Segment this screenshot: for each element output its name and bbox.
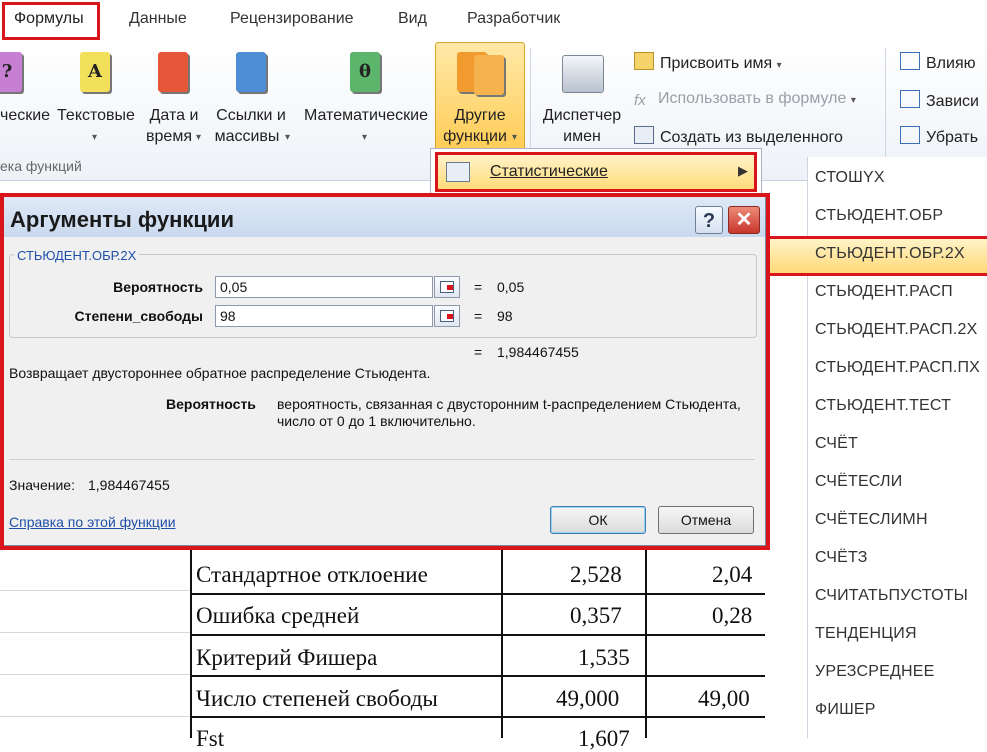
table-row-label[interactable]: Fst (196, 726, 224, 752)
function-list-item[interactable]: СТЬЮДЕНТ.РАСП.2Х (815, 321, 977, 339)
function-library-group-label: ека функций (0, 158, 82, 174)
fx-icon: fx (634, 92, 646, 109)
table-row-label[interactable]: Стандартное отклоение (196, 562, 428, 588)
table-border (645, 548, 647, 738)
function-list-item[interactable]: ТЕНДЕНЦИЯ (815, 625, 917, 643)
ribbon-tab-bar: Формулы Данные Рецензирование Вид Разраб… (0, 0, 987, 41)
function-list-item[interactable]: СТЬЮДЕНТ.РАСП.ПХ (815, 359, 980, 377)
table-border (190, 548, 192, 738)
table-cell-value[interactable]: 2,528 (570, 562, 622, 588)
tab-view[interactable]: Вид (398, 10, 427, 28)
text-functions-dropdown-icon[interactable]: ▾ (92, 132, 97, 143)
other-functions-label1[interactable]: Другие (435, 105, 525, 126)
other-functions-icon-back (474, 55, 504, 95)
function-list-item[interactable]: ФИШЕР (815, 701, 876, 719)
grid-line (0, 716, 190, 717)
trace-precedents-icon (900, 52, 920, 70)
statistical-chart-icon (446, 162, 470, 182)
lookup-functions-label1[interactable]: Ссылки и (211, 105, 291, 126)
datetime-dropdown-icon[interactable]: ▾ (196, 132, 201, 143)
dialog-highlight-frame (0, 193, 770, 550)
trace-dependents-icon (900, 90, 920, 108)
table-cell-value[interactable]: 2,04 (712, 562, 752, 588)
submenu-arrow-icon: ▶ (738, 163, 748, 178)
datetime-functions-label1[interactable]: Дата и (142, 105, 206, 126)
function-list-item[interactable]: СЧЁТЗ (815, 549, 868, 567)
trace-dependents-button[interactable]: Зависи (900, 90, 979, 111)
function-list-item[interactable]: СЧЁТЕСЛИ (815, 473, 902, 491)
tab-formulas[interactable]: Формулы (14, 10, 84, 28)
function-list-item[interactable]: СЧЁТЕСЛИМН (815, 511, 928, 529)
function-list-item[interactable]: СТЬЮДЕНТ.ОБР (815, 207, 943, 225)
trace-dependents-label: Зависи (926, 93, 979, 110)
function-list-item[interactable]: СТЬЮДЕНТ.РАСП (815, 283, 953, 301)
table-row-label[interactable]: Ошибка средней (196, 603, 359, 629)
name-manager-label2[interactable]: имен (538, 126, 626, 147)
table-row-label[interactable]: Критерий Фишера (196, 645, 377, 671)
lookup-functions-label2[interactable]: массивы (211, 126, 283, 147)
table-border (190, 675, 765, 677)
remove-arrows-icon (900, 126, 920, 144)
function-list-item-selected[interactable]: СТЬЮДЕНТ.ОБР.2Х (815, 245, 965, 263)
grid-line (0, 674, 190, 675)
tab-review[interactable]: Рецензирование (230, 10, 354, 28)
text-functions-icon: A (80, 52, 110, 92)
logical-functions-icon: ? (0, 52, 22, 92)
math-functions-button[interactable]: Математические (300, 105, 432, 126)
use-in-formula-button[interactable]: fx Использовать в формуле ▾ (634, 90, 856, 109)
name-manager-icon (562, 55, 604, 93)
datetime-functions-label2[interactable]: время (142, 126, 196, 147)
ribbon-separator (885, 48, 886, 168)
tab-developer[interactable]: Разработчик (467, 10, 560, 28)
lookup-functions-icon (236, 52, 266, 92)
create-from-selection-label: Создать из выделенного (660, 129, 843, 146)
table-cell-value[interactable]: 1,607 (578, 726, 630, 752)
function-list-item[interactable]: СЧЁТ (815, 435, 858, 453)
lookup-dropdown-icon[interactable]: ▾ (285, 132, 290, 143)
table-border (190, 716, 765, 718)
table-border (501, 548, 503, 738)
name-manager-label1[interactable]: Диспетчер (538, 105, 626, 126)
grid-line (0, 590, 190, 591)
tab-data[interactable]: Данные (129, 10, 187, 28)
table-cell-value[interactable]: 0,357 (570, 603, 622, 629)
remove-arrows-button[interactable]: Убрать (900, 126, 978, 147)
math-dropdown-icon[interactable]: ▾ (362, 132, 367, 143)
datetime-functions-icon (158, 52, 188, 92)
create-from-selection-button[interactable]: Создать из выделенного (634, 126, 843, 147)
table-border (190, 593, 765, 595)
text-functions-button[interactable]: Текстовые (54, 105, 138, 126)
table-cell-value[interactable]: 49,000 (556, 686, 619, 712)
other-functions-dropdown-icon[interactable]: ▾ (512, 132, 517, 143)
function-list-item[interactable]: СТЬЮДЕНТ.ТЕСТ (815, 397, 951, 415)
assign-name-label: Присвоить имя (660, 55, 773, 72)
assign-name-button[interactable]: Присвоить имя ▾ (634, 52, 782, 73)
other-functions-label2[interactable]: функции (435, 126, 515, 147)
menu-item-statistical-label: Статистические (490, 163, 608, 180)
logical-functions-button[interactable]: ческие (0, 105, 50, 126)
grid-line (0, 632, 190, 633)
use-in-formula-dropdown-icon[interactable]: ▾ (851, 95, 856, 106)
table-cell-value[interactable]: 0,28 (712, 603, 752, 629)
use-in-formula-label: Использовать в формуле (658, 90, 847, 107)
table-row-label[interactable]: Число степеней свободы (196, 686, 438, 712)
function-list-item[interactable]: УРЕЗСРЕДНЕЕ (815, 663, 934, 681)
table-cell-value[interactable]: 49,00 (698, 686, 750, 712)
remove-arrows-label: Убрать (926, 129, 979, 146)
create-from-selection-icon (634, 126, 654, 144)
function-list-item[interactable]: СТОШYX (815, 169, 885, 187)
table-cell-value[interactable]: 1,535 (578, 645, 630, 671)
assign-name-icon (634, 52, 654, 70)
math-functions-icon: θ (350, 52, 380, 92)
trace-precedents-button[interactable]: Влияю (900, 52, 976, 73)
assign-name-dropdown-icon[interactable]: ▾ (777, 60, 782, 71)
function-list-item[interactable]: СЧИТАТЬПУСТОТЫ (815, 587, 968, 605)
trace-precedents-label: Влияю (926, 55, 976, 72)
table-border (190, 634, 765, 636)
